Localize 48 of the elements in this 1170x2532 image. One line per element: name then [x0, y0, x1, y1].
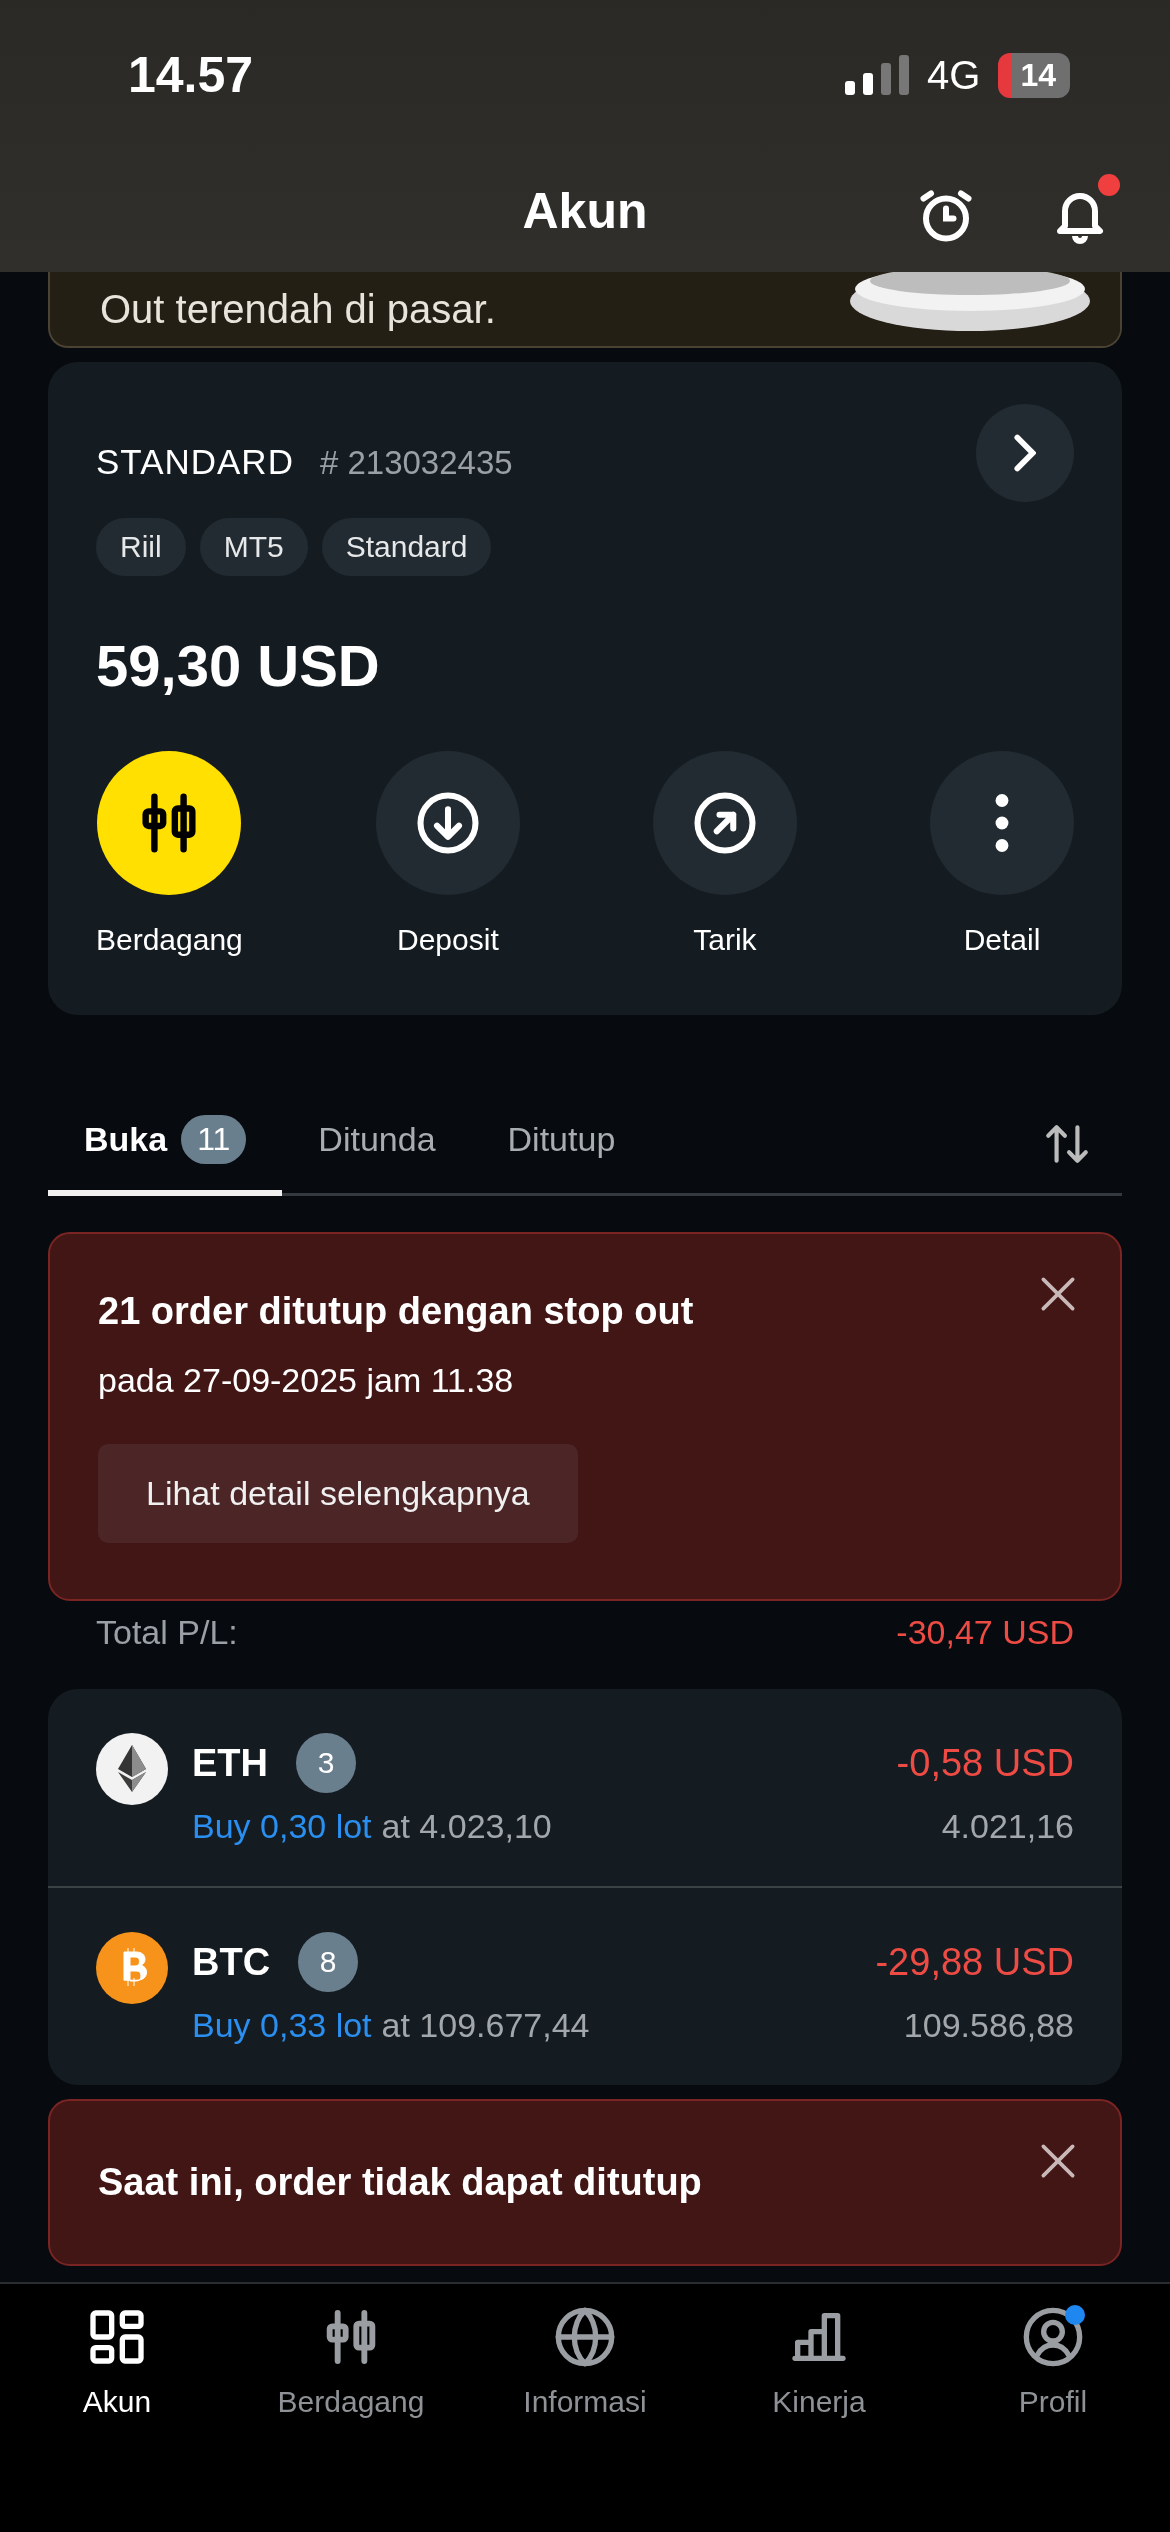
count-badge: 11	[181, 1115, 247, 1164]
position-pl: -29,88 USD	[875, 1940, 1074, 1984]
alert-title: Saat ini, order tidak dapat ditutup	[98, 2161, 703, 2204]
network-label: 4G	[927, 52, 981, 98]
current-price: 109.586,88	[902, 2006, 1074, 2045]
order-text: Buy 0,33 lot	[192, 2006, 372, 2045]
bitcoin-icon	[96, 1932, 168, 2004]
nav-item[interactable]: Kinerja	[702, 2304, 936, 2420]
promo-text: Out terendah di pasar.	[100, 286, 496, 332]
position-symbol: BTC	[192, 1940, 271, 1984]
battery-indicator: 14	[998, 52, 1070, 98]
tab[interactable]: Ditutup	[471, 1095, 652, 1196]
tab[interactable]: Ditunda	[282, 1095, 472, 1196]
count-badge: 8	[298, 1932, 359, 1992]
count-badge: 3	[296, 1733, 356, 1793]
total-pl-label: Total P/L:	[96, 1613, 238, 1653]
tab[interactable]: Buka 11	[48, 1095, 283, 1196]
ethereum-icon	[96, 1733, 168, 1805]
alert-title: 21 order ditutup dengan stop out	[98, 1290, 695, 1333]
nav-item[interactable]: Informasi	[468, 2304, 702, 2420]
globe-icon	[553, 2305, 617, 2369]
entry-price: at 109.677,44	[381, 2006, 590, 2045]
promo-banner[interactable]: Out terendah di pasar.	[48, 272, 1122, 348]
account-tag: MT5	[199, 518, 308, 576]
position-row[interactable]: ETH 3 -0,58 USD Buy 0,30 lot at 4.023,10 4.021,16	[48, 1689, 1122, 1886]
current-price: 4.021,16	[940, 1807, 1074, 1846]
page-title: Akun	[522, 182, 648, 240]
position-pl: -0,58 USD	[896, 1741, 1074, 1785]
nav-item[interactable]: Berdagang	[234, 2304, 468, 2420]
order-text: Buy 0,30 lot	[192, 1807, 372, 1846]
alert-subtitle: pada 27-09-2025 jam 11.38	[98, 1361, 515, 1400]
account-number: # 213032435	[319, 444, 513, 481]
total-pl-value: -30,47 USD	[896, 1613, 1074, 1653]
nav-item[interactable]: Akun	[0, 2304, 234, 2420]
profile-icon	[1021, 2305, 1085, 2369]
entry-price: at 4.023,10	[381, 1807, 552, 1846]
account-tag: Standard	[321, 518, 492, 576]
account-type: STANDARD	[96, 442, 294, 481]
details-button[interactable]: Lihat detail selengkapnya	[98, 1444, 578, 1543]
position-row[interactable]: BTC 8 -29,88 USD Buy 0,33 lot at 109.677,44 109.586,88	[48, 1886, 1122, 2085]
status-time: 14.57	[128, 46, 254, 104]
more-icon	[995, 794, 1009, 852]
account-tag: Riil	[96, 518, 186, 576]
nav-item[interactable]: Profil	[936, 2304, 1170, 2420]
position-symbol: ETH	[192, 1741, 268, 1785]
signal-icon	[845, 55, 910, 95]
account-balance: 59,30 USD	[96, 632, 381, 699]
chevron-right-icon	[1014, 433, 1036, 473]
